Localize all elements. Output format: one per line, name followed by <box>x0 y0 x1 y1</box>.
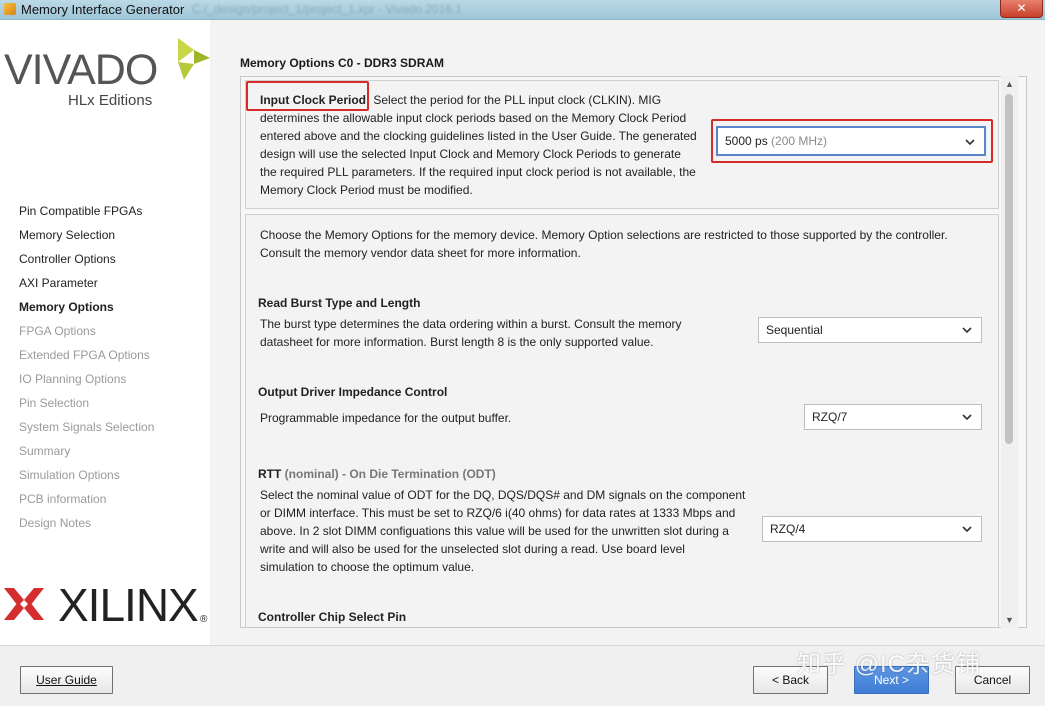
registered-mark: ® <box>200 614 208 625</box>
step-fpga-options: FPGA Options <box>19 324 96 338</box>
intro-line-2: Consult the memory vendor data sheet for… <box>260 246 581 260</box>
hlx-editions-label: HLx Editions <box>68 92 153 109</box>
odic-description: Programmable impedance for the output bu… <box>260 411 512 425</box>
highlight-input-clock-label <box>246 81 369 111</box>
input-clock-line-5: the required PLL parameters. If the requ… <box>260 165 696 179</box>
step-memory-options[interactable]: Memory Options <box>19 298 154 322</box>
burst-type-select[interactable]: Sequential <box>758 317 982 343</box>
step-system-signals-selection: System Signals Selection <box>19 420 155 434</box>
step-memory-selection[interactable]: Memory Selection <box>19 226 154 250</box>
input-clock-line-3: entered above and the clocking guideline… <box>260 129 697 143</box>
rtt-heading: RTT (nominal) - On Die Termination (ODT) <box>258 467 496 481</box>
output-impedance-value: RZQ/7 <box>812 410 848 424</box>
window-subtitle-blurred: C:/_design/project_1/project_1.xpr - Viv… <box>192 2 462 16</box>
step-pin-compatible-fpgas[interactable]: Pin Compatible FPGAs <box>19 202 154 226</box>
chevron-down-icon <box>962 327 972 334</box>
vivado-logo: VIVADO HLx Editions <box>4 38 210 109</box>
scrollbar-thumb[interactable] <box>1005 94 1013 444</box>
rtt-heading-muted: (nominal) <box>284 467 339 481</box>
xilinx-wordmark: XILINX <box>58 579 199 631</box>
rtt-line-4: write and will also be used for the unse… <box>260 542 685 556</box>
memory-options-intro: Choose the Memory Options for the memory… <box>260 226 990 262</box>
step-pin-selection: Pin Selection <box>19 396 90 410</box>
step-simulation-options: Simulation Options <box>19 468 120 482</box>
page-title: Memory Options C0 - DDR3 SDRAM <box>240 56 445 70</box>
burst-line-2: datasheet for more information. Burst le… <box>260 335 654 349</box>
step-io-planning-options: IO Planning Options <box>19 372 127 386</box>
output-impedance-select[interactable]: RZQ/7 <box>804 404 982 430</box>
window-title: Memory Interface Generator <box>21 2 185 17</box>
scroll-down-icon[interactable]: ▼ <box>1001 612 1018 628</box>
wizard-steps-list: Pin Compatible FPGAs Memory Selection Co… <box>19 202 154 538</box>
wizard-sidebar: VIVADO HLx Editions Pin Compatible FPGAs… <box>0 20 210 645</box>
step-controller-options[interactable]: Controller Options <box>19 250 154 274</box>
step-summary: Summary <box>19 444 71 458</box>
odic-heading: Output Driver Impedance Control <box>258 385 448 399</box>
highlight-input-clock-select <box>711 119 993 163</box>
rtt-line-2: or DIMM interface. This must be set to R… <box>260 506 736 520</box>
step-design-notes: Design Notes <box>19 516 92 530</box>
step-axi-parameter[interactable]: AXI Parameter <box>19 274 154 298</box>
rtt-select[interactable]: RZQ/4 <box>762 516 982 542</box>
vivado-wordmark: VIVADO <box>4 46 158 94</box>
rtt-description: Select the nominal value of ODT for the … <box>260 486 760 576</box>
xilinx-logo: XILINX ® <box>4 580 207 630</box>
rtt-line-3: above. In 2 slot DIMM configuations this… <box>260 524 729 538</box>
burst-heading: Read Burst Type and Length <box>258 296 421 310</box>
xilinx-mark-icon <box>4 588 44 620</box>
chevron-down-icon <box>962 526 972 533</box>
user-guide-button[interactable]: User Guide <box>20 666 113 694</box>
burst-type-value: Sequential <box>766 323 823 337</box>
chevron-down-icon <box>962 414 972 421</box>
rtt-line-5: simulation to choose the optimum value. <box>260 560 475 574</box>
title-bar: Memory Interface Generator C:/_design/pr… <box>0 0 1045 20</box>
user-guide-label: User Guide <box>36 673 97 687</box>
app-icon <box>4 3 16 15</box>
memory-options-section: Choose the Memory Options for the memory… <box>245 214 999 627</box>
input-clock-line-1: Select the period for the PLL input cloc… <box>373 93 662 107</box>
input-clock-line-6: Memory Clock Period must be modified. <box>260 183 473 197</box>
main-content: Memory Options C0 - DDR3 SDRAM Input Clo… <box>210 20 1045 645</box>
input-clock-line-2: determines the allowable input clock per… <box>260 111 687 125</box>
intro-line-1: Choose the Memory Options for the memory… <box>260 228 948 242</box>
close-button[interactable]: ✕ <box>1000 0 1043 18</box>
rtt-heading-main: RTT <box>258 467 282 481</box>
rtt-heading-rest: - On Die Termination (ODT) <box>342 467 496 481</box>
rtt-value: RZQ/4 <box>770 522 806 536</box>
step-extended-fpga-options: Extended FPGA Options <box>19 348 150 362</box>
chip-select-heading: Controller Chip Select Pin <box>258 610 407 624</box>
vivado-leaf-icon <box>178 38 210 80</box>
rtt-line-1: Select the nominal value of ODT for the … <box>260 488 746 502</box>
step-pcb-information: PCB information <box>19 492 107 506</box>
options-scroll-panel[interactable]: Input Clock Period: Select the period fo… <box>240 76 1027 628</box>
input-clock-line-4: design will use the selected Input Clock… <box>260 147 681 161</box>
scroll-up-icon[interactable]: ▲ <box>1001 76 1018 92</box>
burst-description: The burst type determines the data order… <box>260 315 740 351</box>
burst-line-1: The burst type determines the data order… <box>260 317 682 331</box>
vertical-scrollbar[interactable]: ▲ ▼ <box>1001 76 1018 628</box>
watermark-text: 知乎 @IC杂货铺 <box>797 651 982 678</box>
